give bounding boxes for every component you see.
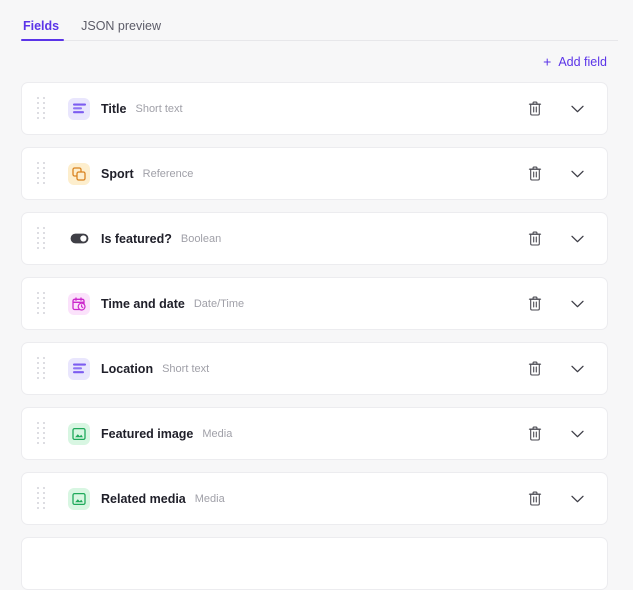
expand-field-button[interactable] xyxy=(564,96,590,122)
field-row-is-featured[interactable]: Is featured? Boolean xyxy=(21,212,608,265)
delete-field-button[interactable] xyxy=(522,486,548,512)
delete-field-button[interactable] xyxy=(522,96,548,122)
field-row-sport[interactable]: Sport Reference xyxy=(21,147,608,200)
media-icon xyxy=(68,487,90,510)
drag-handle-icon[interactable] xyxy=(37,487,47,510)
field-label: Featured image xyxy=(101,426,194,441)
drag-handle-icon[interactable] xyxy=(37,162,47,185)
expand-field-button[interactable] xyxy=(564,161,590,187)
field-row-related-media[interactable]: Related media Media xyxy=(21,472,608,525)
field-label: Is featured? xyxy=(101,231,172,246)
field-label: Sport xyxy=(101,166,134,181)
drag-handle-icon[interactable] xyxy=(37,357,47,380)
media-icon xyxy=(68,422,90,445)
field-row-location[interactable]: Location Short text xyxy=(21,342,608,395)
drag-handle-icon[interactable] xyxy=(37,422,47,445)
short-text-icon xyxy=(68,357,90,380)
field-label: Related media xyxy=(101,491,186,506)
drag-handle-icon[interactable] xyxy=(37,292,47,315)
short-text-icon xyxy=(68,97,90,120)
field-row-time-and-date[interactable]: Time and date Date/Time xyxy=(21,277,608,330)
expand-field-button[interactable] xyxy=(564,486,590,512)
delete-field-button[interactable] xyxy=(522,291,548,317)
field-list: Title Short text Sport Reference Is feat… xyxy=(0,82,633,590)
date-time-icon xyxy=(68,292,90,315)
add-field-label: Add field xyxy=(558,54,607,69)
expand-field-button[interactable] xyxy=(564,356,590,382)
fields-toolbar: + Add field xyxy=(0,41,633,82)
field-row-partial[interactable] xyxy=(21,537,608,590)
field-label: Title xyxy=(101,101,127,116)
reference-icon xyxy=(68,162,90,185)
delete-field-button[interactable] xyxy=(522,226,548,252)
field-row-featured-image[interactable]: Featured image Media xyxy=(21,407,608,460)
add-field-button[interactable]: + Add field xyxy=(541,51,609,73)
expand-field-button[interactable] xyxy=(564,226,590,252)
delete-field-button[interactable] xyxy=(522,161,548,187)
plus-icon: + xyxy=(543,53,552,69)
delete-field-button[interactable] xyxy=(522,421,548,447)
drag-handle-icon[interactable] xyxy=(37,227,47,250)
tab-fields[interactable]: Fields xyxy=(21,19,70,42)
field-type: Short text xyxy=(162,362,210,375)
field-type: Boolean xyxy=(180,232,222,245)
boolean-toggle-icon xyxy=(68,227,90,250)
field-type: Date/Time xyxy=(193,297,245,310)
drag-handle-icon[interactable] xyxy=(37,97,47,120)
field-editor-panel: Fields JSON preview + Add field Title Sh… xyxy=(0,0,633,590)
field-type: Short text xyxy=(135,102,183,115)
expand-field-button[interactable] xyxy=(564,291,590,317)
field-type: Media xyxy=(194,492,225,505)
tab-bar: Fields JSON preview xyxy=(0,0,633,41)
field-type: Reference xyxy=(142,167,194,180)
field-label: Time and date xyxy=(101,296,185,311)
expand-field-button[interactable] xyxy=(564,421,590,447)
tab-json-preview[interactable]: JSON preview xyxy=(70,19,172,42)
field-type: Media xyxy=(202,427,233,440)
delete-field-button[interactable] xyxy=(522,356,548,382)
field-row-title[interactable]: Title Short text xyxy=(21,82,608,135)
field-label: Location xyxy=(101,361,154,376)
